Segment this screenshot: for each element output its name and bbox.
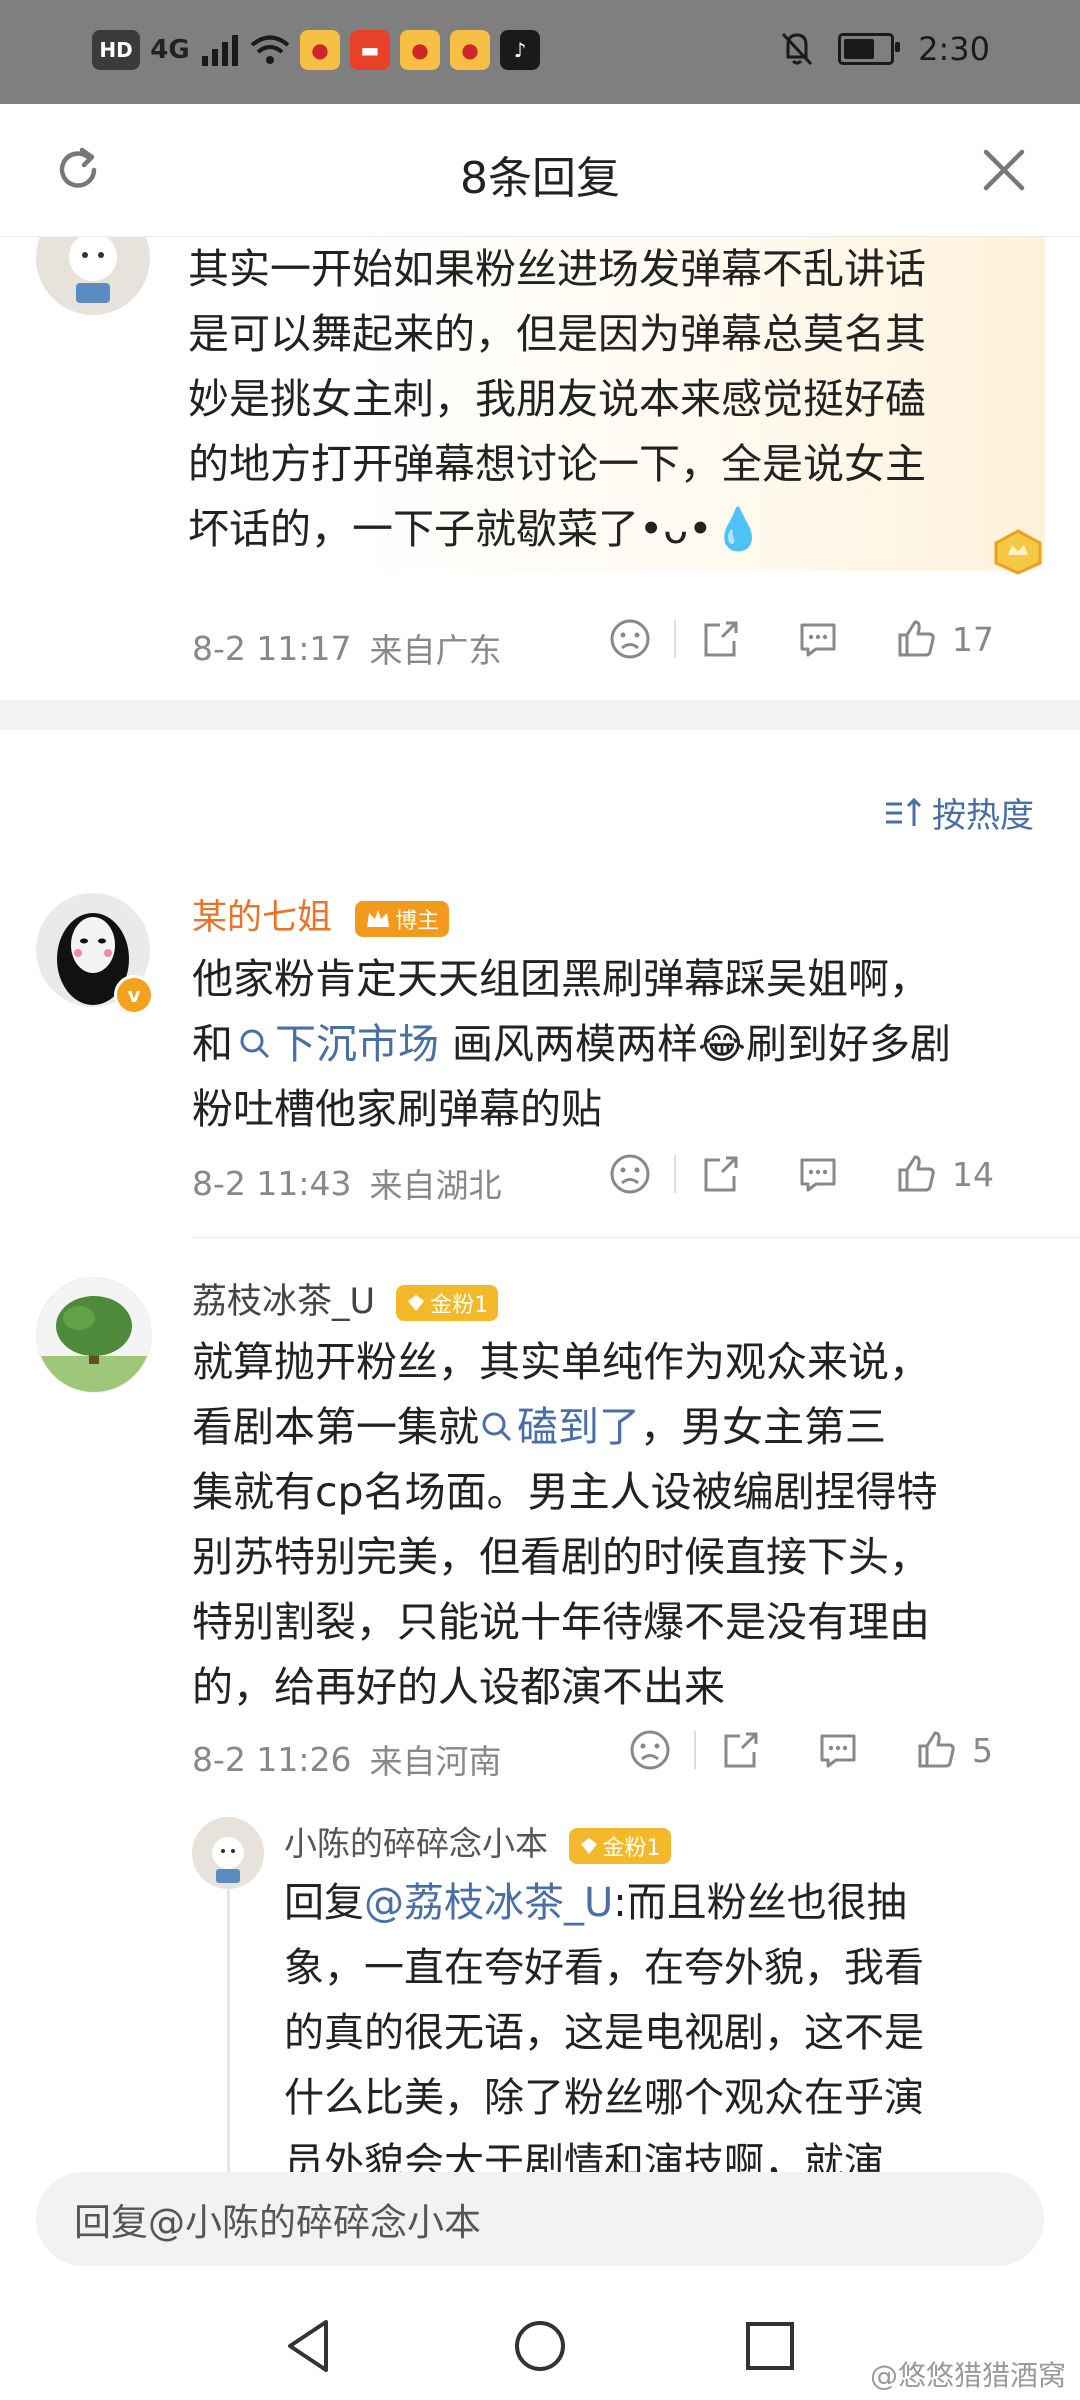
sort-icon bbox=[886, 797, 922, 826]
comment-icon[interactable] bbox=[816, 1728, 860, 1772]
verified-badge-icon: v bbox=[114, 975, 154, 1015]
comment-date: 8-2 11:17 bbox=[192, 628, 352, 668]
comment-list[interactable]: 其实一开始如果粉丝进场发弹幕不乱讲话 是可以舞起来的，但是因为弹幕总莫名其 妙是… bbox=[0, 237, 1080, 2172]
username[interactable]: 荔枝冰茶_U 金粉1 bbox=[192, 1273, 499, 1324]
comment-text: 其实一开始如果粉丝进场发弹幕不乱讲话 是可以舞起来的，但是因为弹幕总莫名其 妙是… bbox=[188, 245, 926, 553]
signal-icon bbox=[202, 35, 238, 66]
crown-icon bbox=[367, 910, 390, 927]
battery-icon bbox=[838, 33, 901, 65]
comment-date: 8-2 11:43 bbox=[192, 1163, 352, 1203]
username[interactable]: 小陈的碎碎念小本 金粉1 bbox=[284, 1817, 671, 1865]
tiktok-notification-icon: ♪ bbox=[500, 30, 540, 70]
comment-meta: 8-2 11:43 来自湖北 bbox=[192, 1159, 502, 1207]
weibo-notification-icon: ● bbox=[400, 30, 440, 70]
huawei-notification-icon: ▬ bbox=[350, 30, 390, 70]
share-icon[interactable] bbox=[718, 1728, 762, 1772]
reply-input[interactable]: 回复@小陈的碎碎念小本 bbox=[36, 2172, 1044, 2266]
comment-date: 8-2 11:26 bbox=[192, 1739, 352, 1779]
like-icon[interactable] bbox=[914, 1728, 958, 1772]
avatar[interactable] bbox=[36, 1277, 152, 1393]
reply-thread-line bbox=[227, 1887, 230, 2172]
comment-actions: 17 bbox=[608, 617, 994, 661]
search-icon bbox=[482, 1412, 512, 1442]
comment-text: 就算抛开粉丝，其实单纯作为观众来说， 看剧本第一集就 磕到了，男女主第三 集就有c… bbox=[192, 1338, 938, 1711]
recents-nav-icon[interactable] bbox=[744, 2318, 796, 2374]
close-icon[interactable] bbox=[980, 146, 1028, 194]
comment-text: 他家粉肯定天天组团黑刷弹幕踩吴姐啊， 和下沉市场 画风两模两样😂刷到好多剧 粉吐… bbox=[192, 955, 951, 1133]
watermark: @悠悠猎猎酒窝 bbox=[869, 2359, 1066, 2392]
dislike-icon[interactable] bbox=[608, 617, 652, 661]
comment-location: 来自湖北 bbox=[369, 1166, 502, 1205]
hd-indicator: HD bbox=[92, 30, 140, 70]
wifi-icon bbox=[250, 35, 290, 64]
comment-meta: 8-2 11:17 来自广东 bbox=[192, 624, 502, 672]
comment-location: 来自河南 bbox=[369, 1742, 502, 1781]
diamond-icon bbox=[580, 1837, 597, 1854]
back-nav-icon[interactable] bbox=[282, 2318, 334, 2374]
share-icon[interactable] bbox=[698, 1152, 742, 1196]
status-bar: HD 4G ● ▬ ● ● ♪ 2:30 bbox=[0, 0, 1080, 104]
comment-icon[interactable] bbox=[796, 617, 840, 661]
clock: 2:30 bbox=[918, 30, 990, 68]
network-indicator: 4G bbox=[150, 35, 190, 65]
fan-badge: 金粉1 bbox=[396, 1285, 499, 1321]
like-count: 5 bbox=[972, 1730, 993, 1770]
sheet-header: 8条回复 bbox=[0, 104, 1080, 237]
weibo-notification-icon: ● bbox=[450, 30, 490, 70]
username[interactable]: 某的七姐 博主 bbox=[192, 889, 450, 940]
home-nav-icon[interactable] bbox=[512, 2318, 568, 2374]
section-divider bbox=[0, 700, 1080, 730]
diamond-icon bbox=[408, 1295, 425, 1311]
comment-actions: 5 bbox=[628, 1728, 993, 1772]
dislike-icon[interactable] bbox=[628, 1728, 672, 1772]
dislike-icon[interactable] bbox=[608, 1152, 652, 1196]
crown-badge-icon bbox=[994, 529, 1042, 575]
comment-actions: 14 bbox=[608, 1152, 994, 1196]
comment-location: 来自广东 bbox=[369, 631, 502, 670]
avatar[interactable] bbox=[192, 1817, 264, 1889]
sort-button[interactable]: 按热度 bbox=[884, 788, 1034, 837]
fan-badge: 金粉1 bbox=[568, 1827, 671, 1864]
like-icon[interactable] bbox=[894, 617, 938, 661]
avatar[interactable] bbox=[36, 237, 150, 315]
mute-icon bbox=[782, 32, 813, 66]
comment-icon[interactable] bbox=[796, 1152, 840, 1196]
like-icon[interactable] bbox=[894, 1152, 938, 1196]
comment-text: 回复@荔枝冰茶_U:而且粉丝也很抽 象，一直在夸好看，在夸外貌，我看 的真的很无… bbox=[284, 1880, 924, 2172]
page-title: 8条回复 bbox=[460, 153, 620, 204]
comment-divider bbox=[192, 1237, 1080, 1238]
topic-search-link[interactable]: 磕到了 bbox=[479, 1403, 640, 1451]
like-count: 14 bbox=[952, 1154, 994, 1194]
topic-search-link[interactable]: 下沉市场 bbox=[233, 1020, 439, 1068]
mention-link[interactable]: @荔枝冰茶_U bbox=[364, 1880, 613, 1926]
comment-meta: 8-2 11:26 来自河南 bbox=[192, 1735, 502, 1783]
like-count: 17 bbox=[952, 619, 994, 659]
share-icon[interactable] bbox=[698, 617, 742, 661]
blogger-badge: 博主 bbox=[355, 901, 450, 937]
weibo-notification-icon: ● bbox=[300, 30, 340, 70]
search-icon bbox=[240, 1029, 270, 1059]
